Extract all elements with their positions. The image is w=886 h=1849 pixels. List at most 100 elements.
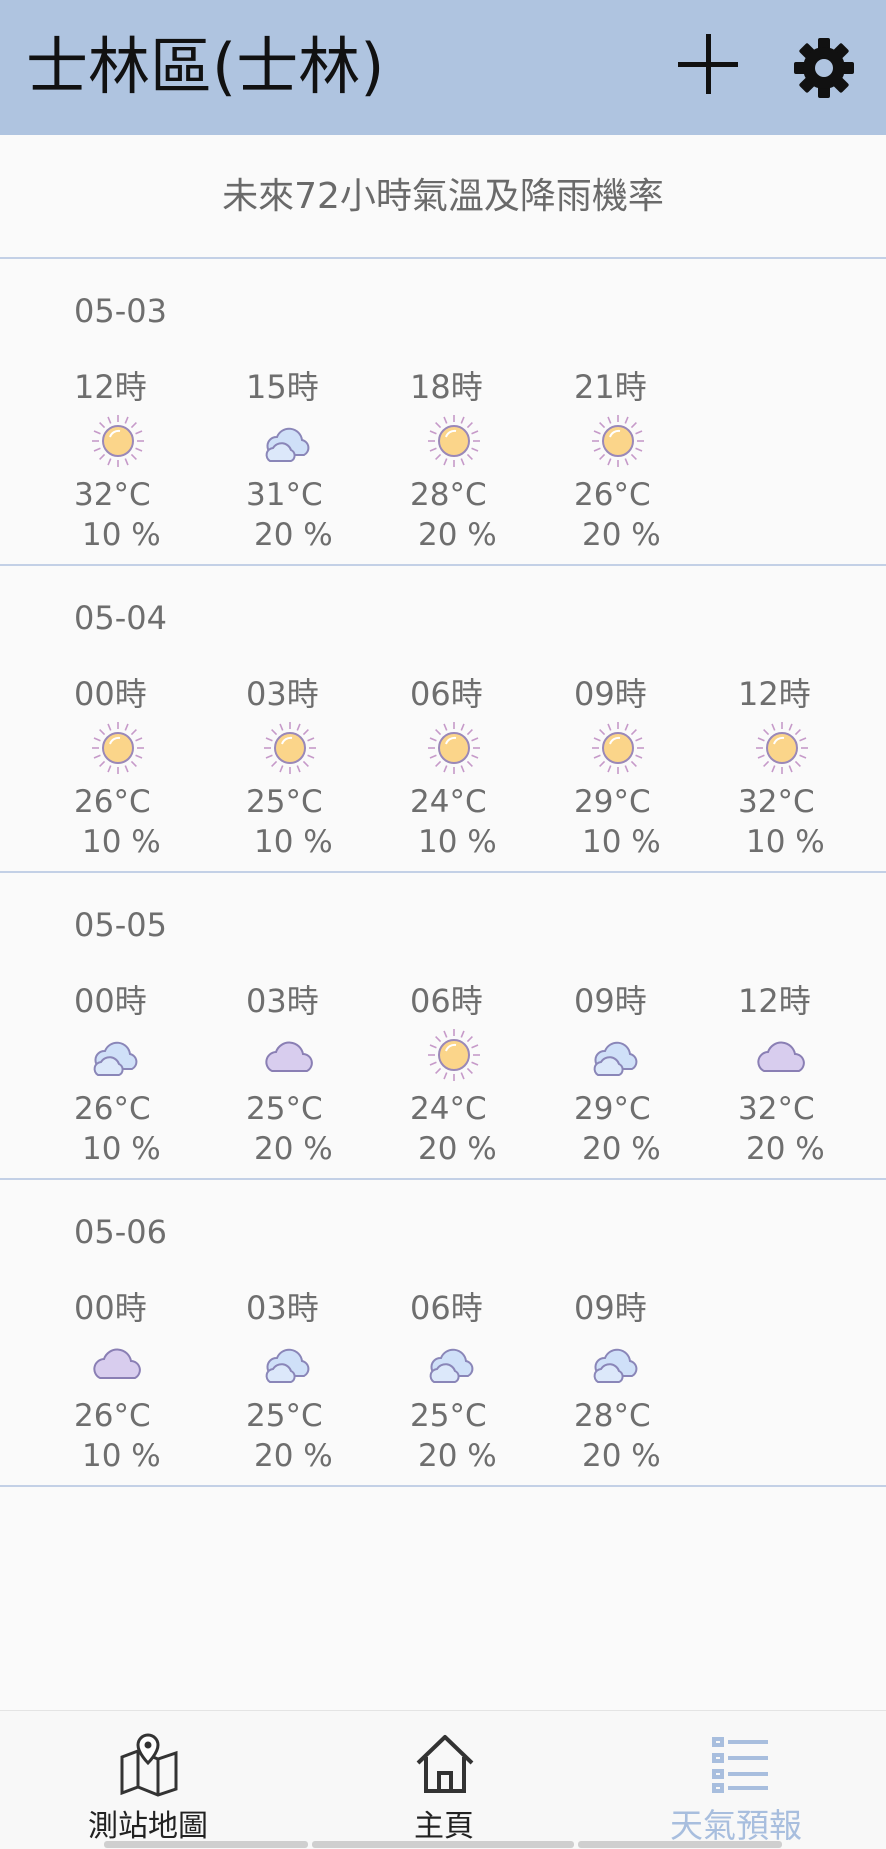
slot-hour: 12時 xyxy=(74,368,147,406)
home-icon xyxy=(416,1735,474,1793)
slot-hour: 03時 xyxy=(246,675,319,713)
forecast-day: 05-03 12時 32°C 10 % 15時 31°C 20 % 18時 28°C 20 % 21… xyxy=(0,259,886,566)
slot-temperature: 26°C xyxy=(574,477,651,513)
slot-hour: 06時 xyxy=(410,675,483,713)
forecast-slot: 09時 29°C 20 % xyxy=(574,979,738,1167)
slot-temperature: 29°C xyxy=(574,1091,651,1127)
gesture-handle xyxy=(104,1841,308,1848)
slot-rain-probability: 20 % xyxy=(746,1131,825,1167)
slot-rain-probability: 20 % xyxy=(254,517,333,553)
slot-rain-probability: 20 % xyxy=(418,1131,497,1167)
forecast-slot: 15時 31°C 20 % xyxy=(246,365,410,553)
slot-hour: 00時 xyxy=(74,675,147,713)
slot-hour: 03時 xyxy=(246,1289,319,1327)
nav-label: 主頁 xyxy=(414,1809,474,1844)
slot-rain-probability: 10 % xyxy=(82,824,161,860)
sun-icon xyxy=(590,413,646,469)
slot-temperature: 25°C xyxy=(246,784,323,820)
slot-temperature: 26°C xyxy=(74,784,151,820)
nav-label: 測站地圖 xyxy=(88,1809,208,1844)
partly-cloudy-icon xyxy=(590,1334,646,1390)
day-date: 05-06 xyxy=(74,1213,167,1251)
slot-rain-probability: 10 % xyxy=(82,1131,161,1167)
nav-home[interactable]: 主頁 xyxy=(380,1711,510,1849)
forecast-slot: 18時 28°C 20 % xyxy=(410,365,574,553)
forecast-slot: 09時 28°C 20 % xyxy=(574,1286,738,1474)
slot-rain-probability: 10 % xyxy=(254,824,333,860)
gesture-handle xyxy=(312,1841,574,1848)
forecast-slot: 00時 26°C 10 % xyxy=(74,979,238,1167)
slot-rain-probability: 20 % xyxy=(418,517,497,553)
map-pin-icon xyxy=(120,1733,178,1797)
sun-icon xyxy=(590,720,646,776)
slot-temperature: 28°C xyxy=(410,477,487,513)
slot-temperature: 32°C xyxy=(74,477,151,513)
slot-hour: 06時 xyxy=(410,982,483,1020)
settings-button[interactable] xyxy=(792,36,856,100)
forecast-slot: 12時 32°C 20 % xyxy=(738,979,886,1167)
nav-label: 天氣預報 xyxy=(670,1806,802,1845)
bottom-navigation: 測站地圖 主頁 天氣預報 xyxy=(0,1710,886,1849)
day-date: 05-05 xyxy=(74,906,167,944)
sun-icon xyxy=(754,720,810,776)
nav-station-map[interactable]: 測站地圖 xyxy=(60,1711,240,1849)
slot-rain-probability: 10 % xyxy=(82,1438,161,1474)
slot-temperature: 31°C xyxy=(246,477,323,513)
slot-temperature: 26°C xyxy=(74,1091,151,1127)
slot-rain-probability: 20 % xyxy=(418,1438,497,1474)
slot-hour: 00時 xyxy=(74,1289,147,1327)
sun-icon xyxy=(426,720,482,776)
slot-rain-probability: 10 % xyxy=(418,824,497,860)
forecast-slot: 06時 24°C 10 % xyxy=(410,672,574,860)
slot-hour: 00時 xyxy=(74,982,147,1020)
forecast-day: 05-05 00時 26°C 10 % 03時 25°C 20 % 06時 24°C 20 % 09… xyxy=(0,873,886,1180)
partly-cloudy-icon xyxy=(262,1334,318,1390)
cloudy-icon xyxy=(262,1027,318,1083)
slot-hour: 03時 xyxy=(246,982,319,1020)
sun-icon xyxy=(426,1027,482,1083)
partly-cloudy-icon xyxy=(590,1027,646,1083)
sun-icon xyxy=(90,413,146,469)
slot-rain-probability: 20 % xyxy=(582,517,661,553)
slot-temperature: 24°C xyxy=(410,784,487,820)
sun-icon xyxy=(90,720,146,776)
cloudy-icon xyxy=(754,1027,810,1083)
forecast-slot: 03時 25°C 20 % xyxy=(246,979,410,1167)
forecast-subtitle: 未來72小時氣溫及降雨機率 xyxy=(0,135,886,259)
forecast-day: 05-06 00時 26°C 10 % 03時 25°C 20 % 06時 25°C 20 % 09… xyxy=(0,1180,886,1487)
cloudy-icon xyxy=(90,1334,146,1390)
forecast-slot: 09時 29°C 10 % xyxy=(574,672,738,860)
slot-rain-probability: 20 % xyxy=(582,1438,661,1474)
slot-hour: 12時 xyxy=(738,982,811,1020)
forecast-slot: 00時 26°C 10 % xyxy=(74,1286,238,1474)
add-station-button[interactable] xyxy=(676,32,740,96)
partly-cloudy-icon xyxy=(426,1334,482,1390)
slot-rain-probability: 20 % xyxy=(582,1131,661,1167)
forecast-slot: 03時 25°C 20 % xyxy=(246,1286,410,1474)
slot-temperature: 25°C xyxy=(410,1398,487,1434)
slot-temperature: 26°C xyxy=(74,1398,151,1434)
forecast-slot: 12時 32°C 10 % xyxy=(74,365,238,553)
slot-rain-probability: 10 % xyxy=(746,824,825,860)
slot-hour: 06時 xyxy=(410,1289,483,1327)
forecast-slot: 03時 25°C 10 % xyxy=(246,672,410,860)
slot-hour: 15時 xyxy=(246,368,319,406)
slot-rain-probability: 10 % xyxy=(82,517,161,553)
gear-icon xyxy=(794,38,854,98)
partly-cloudy-icon xyxy=(90,1027,146,1083)
slot-temperature: 28°C xyxy=(574,1398,651,1434)
slot-temperature: 24°C xyxy=(410,1091,487,1127)
slot-hour: 12時 xyxy=(738,675,811,713)
slot-hour: 09時 xyxy=(574,1289,647,1327)
forecast-slot: 12時 32°C 10 % xyxy=(738,672,886,860)
day-date: 05-04 xyxy=(74,599,167,637)
nav-forecast[interactable]: 天氣預報 xyxy=(660,1711,820,1849)
app-bar: 士林區(士林) xyxy=(0,0,886,135)
slot-hour: 21時 xyxy=(574,368,647,406)
slot-hour: 09時 xyxy=(574,982,647,1020)
slot-rain-probability: 20 % xyxy=(254,1438,333,1474)
slot-temperature: 29°C xyxy=(574,784,651,820)
slot-temperature: 32°C xyxy=(738,1091,815,1127)
forecast-slot: 00時 26°C 10 % xyxy=(74,672,238,860)
slot-hour: 09時 xyxy=(574,675,647,713)
